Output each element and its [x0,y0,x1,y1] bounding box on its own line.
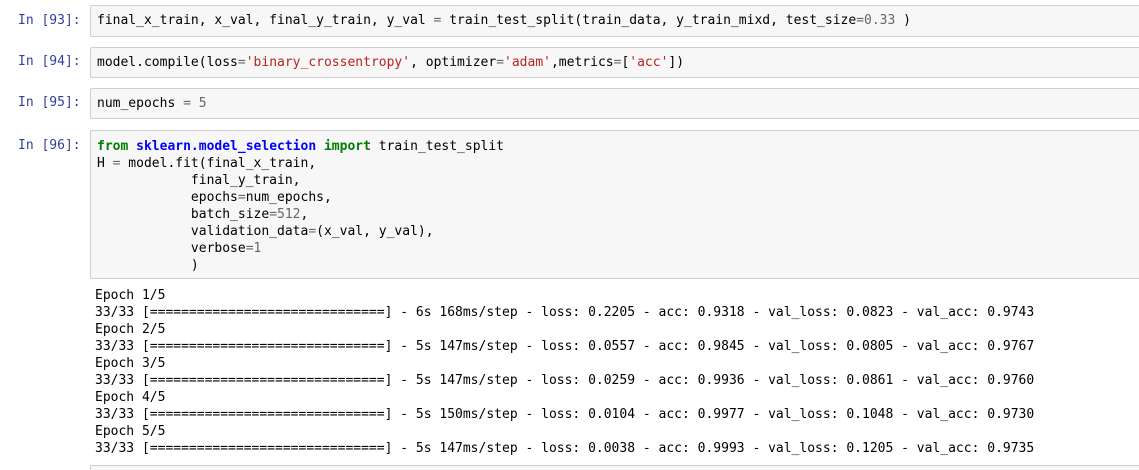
code-token: ) [97,258,199,273]
notebook-cell-93[interactable]: In [93]: final_x_train, x_val, final_y_t… [0,5,1139,37]
output-line: Epoch 5/5 [95,424,166,439]
code-token: train_test_split(train_data, y_train_mix… [441,13,857,28]
output-line: 33/33 [==============================] -… [95,441,1035,456]
output-line: 33/33 [==============================] -… [95,305,1035,320]
output-line: Epoch 2/5 [95,322,166,337]
code-line: ) [97,257,199,274]
output-line: 33/33 [==============================] -… [95,339,1035,354]
code-input-area[interactable]: final_x_train, x_val, final_y_train, y_v… [90,5,1139,37]
code-line: batch_size=512, [97,206,308,223]
code-token: = [245,241,254,256]
output-line: 33/33 [==============================] -… [95,407,1035,422]
code-token: validation_data [97,224,309,239]
code-token: 5 [198,96,207,111]
code-token: ,metrics [550,55,614,70]
code-token: (x_val, y_val), [316,224,434,239]
code-token: batch_size [97,207,270,222]
cell-output: Epoch 1/5 33/33 [=======================… [95,287,1034,457]
notebook-cell-94[interactable]: In [94]: model.compile(loss='binary_cros… [0,47,1139,78]
code-token: H [97,156,113,171]
code-token: epochs [97,190,238,205]
code-input-area[interactable]: from sklearn.model_selection import trai… [90,130,1139,279]
code-token: final_y_train, [97,173,301,188]
code-line: verbose=1 [97,240,261,257]
code-input-area[interactable]: num_epochs = 5 [90,88,1139,119]
code-token: final_x_train, x_val, final_y_train, y_v… [97,13,434,28]
cell-prompt: In [96]: [18,138,81,153]
code-token: = [237,190,246,205]
next-cell-edge[interactable] [90,465,1139,470]
code-line: validation_data=(x_val, y_val), [97,223,434,240]
code-token: sklearn.model_selection [136,139,317,154]
code-token: 1 [253,241,262,256]
code-token: 512 [277,207,301,222]
code-token: model.compile(loss [97,55,238,70]
code-token: 'adam' [504,55,551,70]
code-token: = [856,13,865,28]
code-token: verbose [97,241,246,256]
notebook-cell-95[interactable]: In [95]: num_epochs = 5 [0,88,1139,119]
code-token: train_test_split [370,139,505,154]
output-line: Epoch 3/5 [95,356,166,371]
code-line: final_x_train, x_val, final_y_train, y_v… [97,12,911,29]
code-token: = [237,55,246,70]
code-token: model.fit(final_x_train, [120,156,317,171]
code-input-area[interactable]: model.compile(loss='binary_crossentropy'… [90,47,1139,78]
cell-prompt: In [95]: [18,95,81,110]
code-token: = [183,96,191,111]
code-token: 'acc' [629,55,669,70]
cell-prompt: In [93]: [18,13,81,28]
code-token: = [269,207,278,222]
code-token: ]) [668,55,685,70]
output-line: 33/33 [==============================] -… [95,373,1035,388]
cell-prompt: In [94]: [18,54,81,69]
output-line: Epoch 4/5 [95,390,166,405]
code-line: num_epochs = 5 [97,95,207,112]
code-token: 0.33 [864,13,896,28]
code-token: 'binary_crossentropy' [245,55,411,70]
code-token: ) [895,13,911,28]
code-token: import [323,139,371,154]
code-line: final_y_train, [97,172,301,189]
code-token: = [496,55,505,70]
code-line: epochs=num_epochs, [97,189,332,206]
code-token: , [300,207,309,222]
code-line: H = model.fit(final_x_train, [97,155,316,172]
code-token: from [97,139,129,154]
code-token: = [308,224,317,239]
code-line: model.compile(loss='binary_crossentropy'… [97,54,684,71]
code-token: , optimizer [410,55,497,70]
output-line: Epoch 1/5 [95,288,166,303]
code-token: num_epochs, [245,190,332,205]
code-line: from sklearn.model_selection import trai… [97,138,504,155]
code-token: num_epochs [97,96,184,111]
